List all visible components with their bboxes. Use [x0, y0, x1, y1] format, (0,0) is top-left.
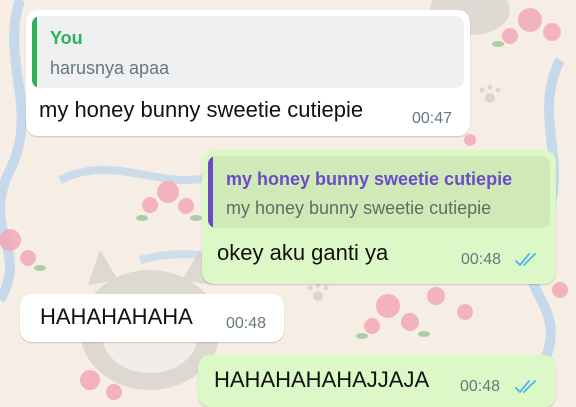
double-check-read-icon [515, 380, 536, 393]
message-timestamp: 00:47 [412, 110, 453, 127]
message-bubble-incoming[interactable]: HAHAHAHAHA 00:48 [20, 294, 284, 342]
double-check-read-icon [515, 253, 536, 266]
reply-text: my honey bunny sweetie cutiepie [226, 198, 492, 218]
reply-author: my honey bunny sweetie cutiepie [226, 169, 513, 189]
reply-accent-bar [208, 156, 213, 228]
reply-accent-bar [32, 16, 37, 88]
message-timestamp: 00:48 [460, 378, 501, 395]
message-bubble-outgoing[interactable]: my honey bunny sweetie cutiepie my honey… [202, 150, 556, 284]
message-bubble-incoming[interactable]: You harusnya apaa my honey bunny sweetie… [26, 10, 470, 136]
reply-quote[interactable]: my honey bunny sweetie cutiepie my honey… [208, 156, 550, 228]
message-timestamp: 00:48 [461, 251, 502, 268]
message-text: HAHAHAHAHAJJAJA [214, 367, 430, 392]
message-bubble-outgoing[interactable]: HAHAHAHAHAJJAJA 00:48 [198, 355, 556, 407]
reply-text: harusnya apaa [50, 58, 170, 78]
message-text: okey aku ganti ya [217, 240, 389, 265]
message-text: HAHAHAHAHA [40, 304, 193, 329]
reply-quote[interactable]: You harusnya apaa [32, 16, 464, 88]
message-text: my honey bunny sweetie cutiepie [39, 97, 364, 122]
reply-author: You [50, 28, 83, 48]
message-timestamp: 00:48 [226, 315, 267, 332]
